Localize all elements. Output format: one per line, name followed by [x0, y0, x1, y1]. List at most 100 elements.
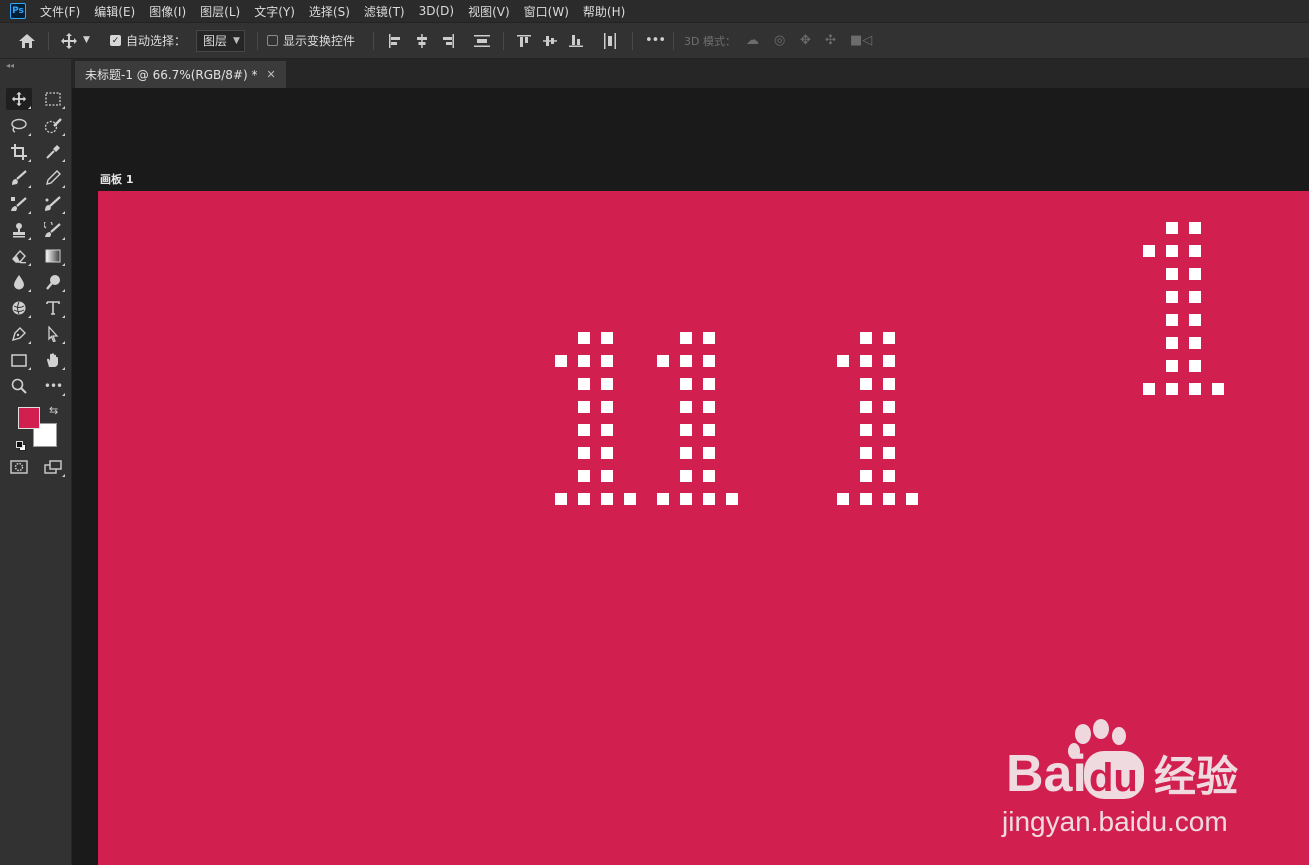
globe-icon: [12, 301, 26, 315]
hand-tool[interactable]: [40, 349, 66, 371]
3d-scale-button[interactable]: ■◁: [850, 23, 872, 58]
3d-pan-button[interactable]: ✥: [800, 23, 811, 58]
distribute-icon: [604, 32, 616, 49]
move-icon: [11, 91, 27, 107]
quick-selection-tool[interactable]: [40, 115, 66, 137]
menu-view[interactable]: 视图(V): [468, 3, 510, 20]
photoshop-logo[interactable]: Ps: [10, 3, 26, 19]
pixel-square: [1166, 222, 1178, 234]
pen-tool[interactable]: [6, 323, 32, 345]
menu-edit[interactable]: 编辑(E): [94, 3, 135, 20]
pixel-square: [1166, 314, 1178, 326]
align-bottom-button[interactable]: [569, 23, 583, 58]
show-transform-toggle[interactable]: 显示变换控件: [267, 23, 355, 58]
document-tab-title: 未标题-1 @ 66.7%(RGB/8#) *: [85, 68, 258, 82]
pixel-square: [601, 355, 613, 367]
show-transform-checkbox[interactable]: [267, 35, 278, 46]
distribute-horizontal-button[interactable]: [603, 23, 617, 58]
align-left-button[interactable]: [388, 23, 402, 58]
artboard-label[interactable]: 画板 1: [100, 171, 133, 187]
move-tool[interactable]: [6, 88, 32, 110]
3d-orbit-button[interactable]: ☁: [746, 23, 759, 58]
menu-file[interactable]: 文件(F): [40, 3, 80, 20]
pixel-square: [578, 378, 590, 390]
pixel-square: [601, 401, 613, 413]
pencil-tool[interactable]: [40, 167, 66, 189]
align-vcenter-button[interactable]: [543, 23, 557, 58]
type-tool[interactable]: [40, 297, 66, 319]
marquee-tool[interactable]: [40, 88, 66, 110]
pixel-square: [578, 493, 590, 505]
swap-colors-icon[interactable]: ⇆: [49, 404, 58, 417]
pixel-square: [1166, 383, 1178, 395]
healing-brush-tool[interactable]: [6, 193, 32, 215]
auto-select-checkbox[interactable]: [110, 35, 121, 46]
3d-material-tool[interactable]: [6, 297, 32, 319]
align-hcenter-button[interactable]: [415, 23, 429, 58]
menu-type[interactable]: 文字(Y): [254, 3, 295, 20]
auto-select-toggle[interactable]: 自动选择：: [110, 23, 186, 58]
distribute-vertical-button[interactable]: [474, 23, 490, 58]
pixel-square: [860, 470, 872, 482]
align-right-button[interactable]: [441, 23, 455, 58]
align-top-icon: [517, 34, 531, 47]
foreground-color-swatch[interactable]: [18, 407, 40, 429]
3d-slide-button[interactable]: ✣: [825, 23, 836, 58]
collapse-panel-icon[interactable]: ◂◂: [6, 61, 14, 70]
eyedropper-tool[interactable]: [40, 141, 66, 163]
crop-icon: [11, 144, 27, 160]
menu-image[interactable]: 图像(I): [149, 3, 186, 20]
document-tab-bar: 未标题-1 @ 66.7%(RGB/8#) * ✕: [72, 59, 1309, 88]
brush-tool[interactable]: [6, 167, 32, 189]
pixel-square: [1189, 337, 1201, 349]
close-icon[interactable]: ✕: [267, 68, 276, 81]
align-horizontal-center-icon: [417, 33, 427, 48]
menu-layer[interactable]: 图层(L): [200, 3, 240, 20]
more-options-button[interactable]: •••: [645, 23, 666, 58]
history-brush-tool[interactable]: [40, 219, 66, 241]
separator: [48, 32, 49, 50]
crop-tool[interactable]: [6, 141, 32, 163]
align-top-button[interactable]: [517, 23, 531, 58]
show-transform-label: 显示变换控件: [283, 34, 356, 48]
menu-3d[interactable]: 3D(D): [419, 4, 454, 18]
zoom-tool[interactable]: [6, 375, 32, 397]
home-icon: [19, 33, 35, 48]
auto-select-target-dropdown[interactable]: 图层 ▼: [196, 29, 245, 52]
mixer-brush-tool[interactable]: [40, 193, 66, 215]
default-colors-icon[interactable]: [16, 436, 26, 455]
rectangle-tool[interactable]: [6, 349, 32, 371]
drop-icon: [14, 275, 24, 290]
pixel-square: [703, 470, 715, 482]
menu-window[interactable]: 窗口(W): [524, 3, 569, 20]
menu-filter[interactable]: 滤镜(T): [364, 3, 405, 20]
more-icon: •••: [43, 379, 63, 393]
move-tool-preset-button[interactable]: ▼: [60, 23, 90, 58]
home-button[interactable]: [18, 23, 36, 58]
path-selection-tool[interactable]: [40, 323, 66, 345]
dodge-tool[interactable]: [40, 271, 66, 293]
3d-roll-button[interactable]: ◎: [774, 23, 785, 58]
type-icon: [46, 301, 60, 315]
screen-mode-button[interactable]: [40, 456, 66, 478]
pixel-square: [860, 424, 872, 436]
pixel-square: [837, 493, 849, 505]
lasso-tool[interactable]: [6, 115, 32, 137]
clone-stamp-tool[interactable]: [6, 219, 32, 241]
blur-tool[interactable]: [6, 271, 32, 293]
artboard-canvas[interactable]: Bai du 经验 jingyan.baidu.com: [98, 191, 1309, 865]
edit-toolbar-button[interactable]: •••: [40, 375, 66, 397]
document-tab[interactable]: 未标题-1 @ 66.7%(RGB/8#) * ✕: [75, 61, 286, 88]
pixel-square: [1189, 222, 1201, 234]
pixel-square: [601, 447, 613, 459]
pixel-square: [883, 378, 895, 390]
pixel-square: [578, 401, 590, 413]
quick-mask-button[interactable]: [6, 456, 32, 478]
pixel-square: [680, 355, 692, 367]
gradient-tool[interactable]: [40, 245, 66, 267]
pixel-square: [883, 493, 895, 505]
eraser-tool[interactable]: [6, 245, 32, 267]
menu-select[interactable]: 选择(S): [309, 3, 350, 20]
eraser-icon: [12, 249, 26, 264]
menu-help[interactable]: 帮助(H): [583, 3, 625, 20]
